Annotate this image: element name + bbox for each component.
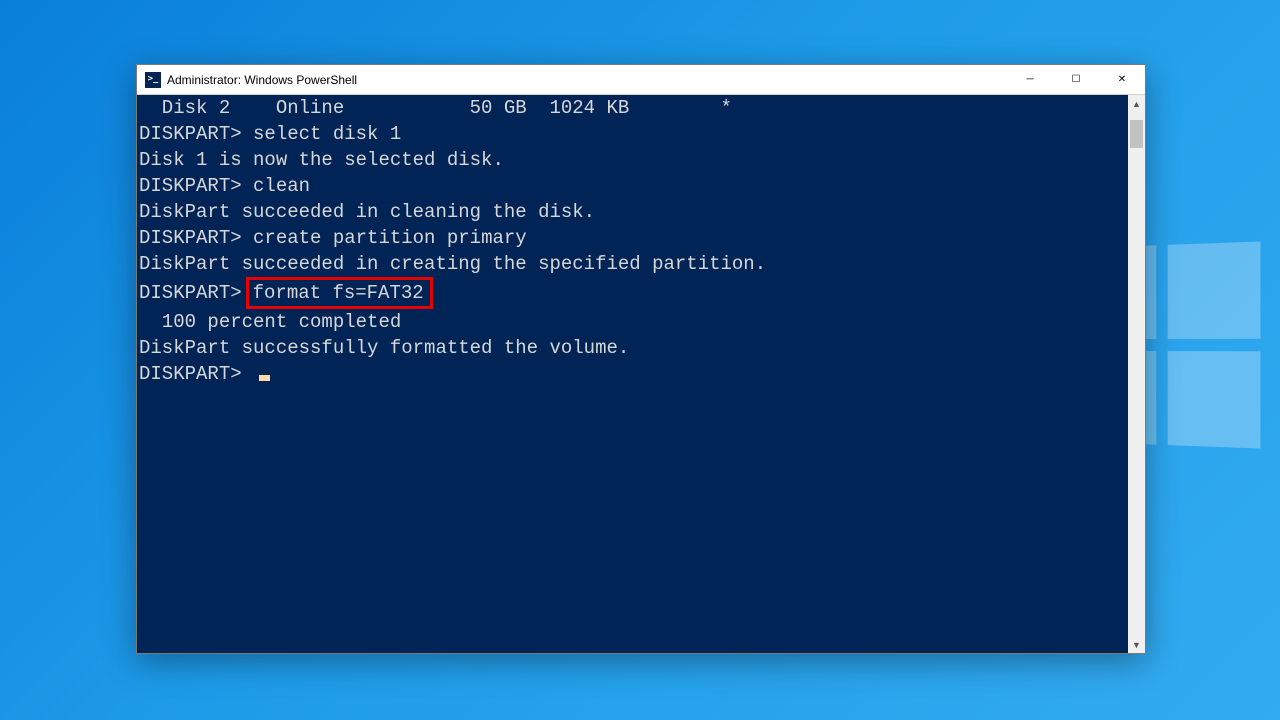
scroll-track[interactable] <box>1128 112 1145 636</box>
vertical-scrollbar[interactable]: ▲ ▼ <box>1128 95 1145 653</box>
output-line: Disk 1 is now the selected disk. <box>139 147 1126 173</box>
cursor-icon <box>259 375 270 381</box>
output-line: Disk 2 Online 50 GB 1024 KB * <box>139 95 1126 121</box>
app-icon: >_ <box>145 72 161 88</box>
close-button[interactable]: ✕ <box>1099 65 1145 95</box>
output-line: DiskPart successfully formatted the volu… <box>139 335 1126 361</box>
output-line: 100 percent completed <box>139 309 1126 335</box>
output-line: DiskPart succeeded in creating the speci… <box>139 251 1126 277</box>
output-line: DiskPart succeeded in cleaning the disk. <box>139 199 1126 225</box>
window-title: Administrator: Windows PowerShell <box>167 73 357 87</box>
terminal-output[interactable]: Disk 2 Online 50 GB 1024 KB * DISKPART> … <box>137 95 1128 653</box>
scroll-thumb[interactable] <box>1130 120 1143 148</box>
highlighted-command: format fs=FAT32 <box>246 277 433 309</box>
titlebar[interactable]: >_ Administrator: Windows PowerShell ─ ☐… <box>137 65 1145 95</box>
scroll-down-button[interactable]: ▼ <box>1128 636 1145 653</box>
scroll-up-button[interactable]: ▲ <box>1128 95 1145 112</box>
powershell-window: >_ Administrator: Windows PowerShell ─ ☐… <box>136 64 1146 654</box>
minimize-button[interactable]: ─ <box>1007 65 1053 95</box>
maximize-button[interactable]: ☐ <box>1053 65 1099 95</box>
prompt-line: DISKPART> clean <box>139 173 1126 199</box>
prompt-line: DISKPART> create partition primary <box>139 225 1126 251</box>
prompt-line-highlighted: DISKPART> format fs=FAT32 <box>139 277 1126 309</box>
prompt-line: DISKPART> <box>139 361 1126 387</box>
prompt-line: DISKPART> select disk 1 <box>139 121 1126 147</box>
